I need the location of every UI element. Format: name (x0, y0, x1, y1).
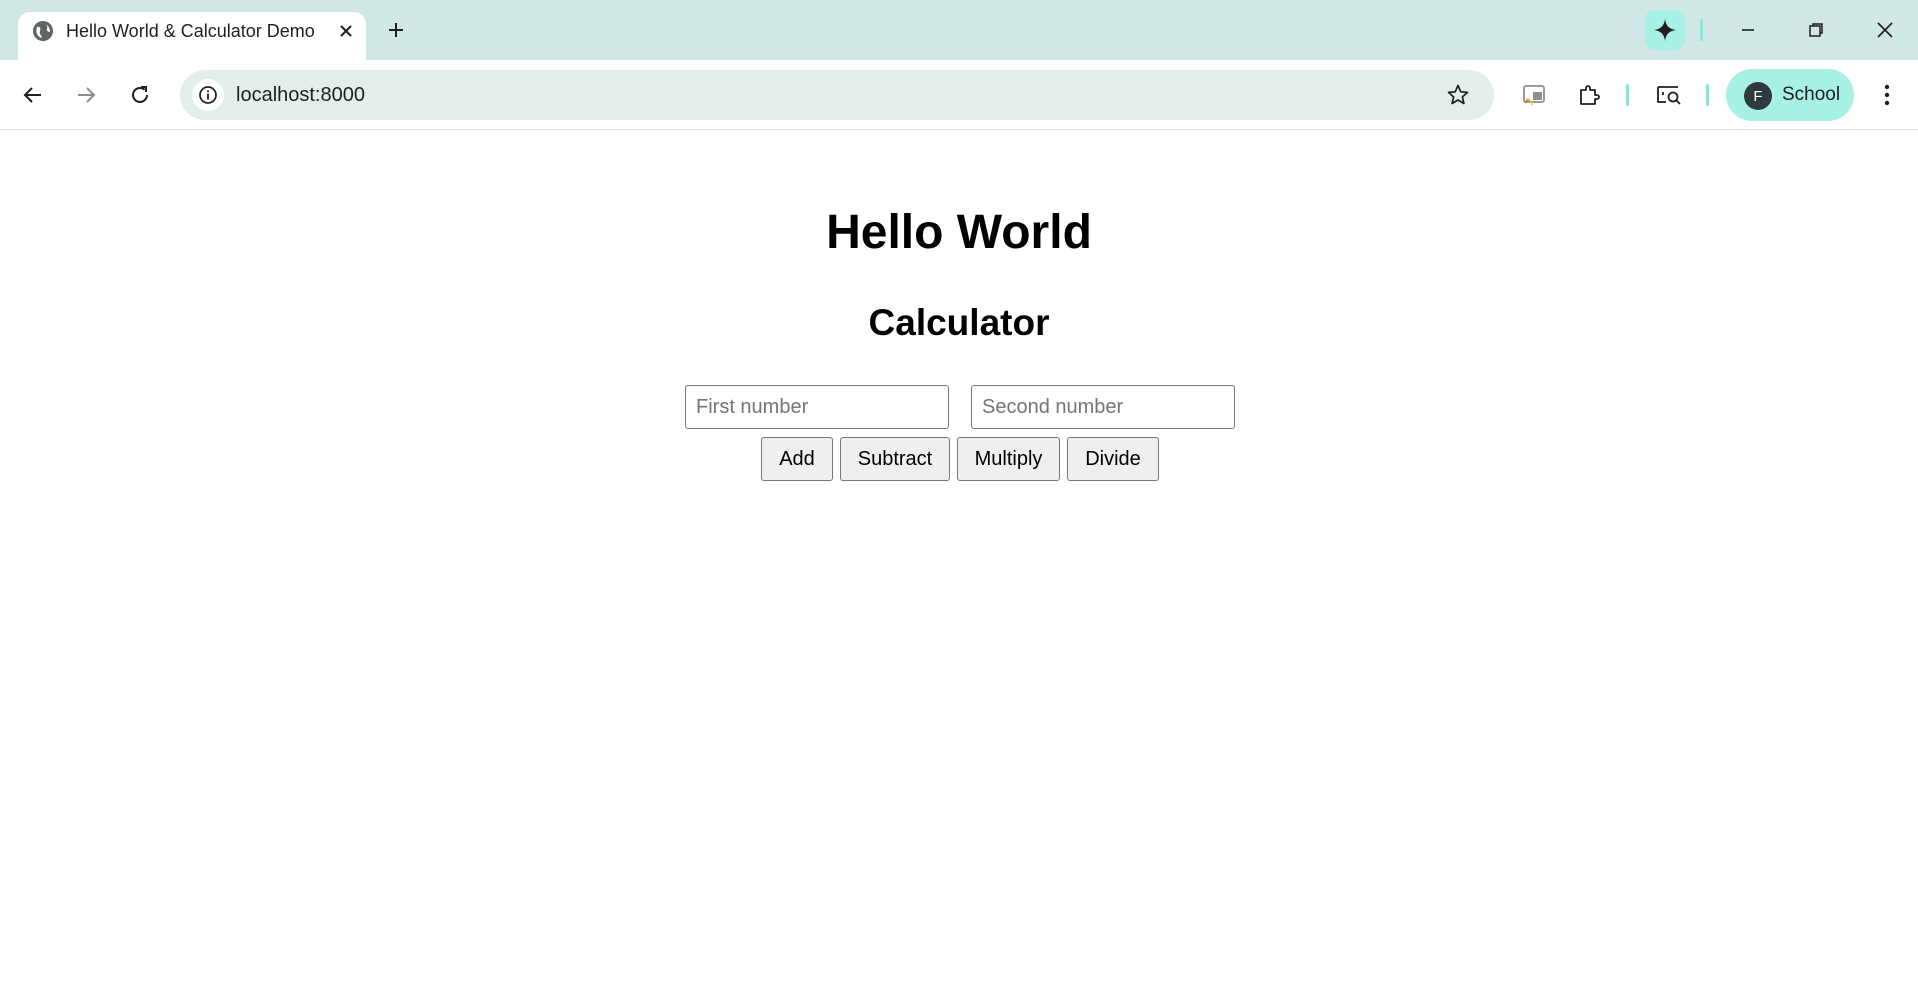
globe-icon (32, 20, 54, 42)
close-icon[interactable] (334, 19, 358, 43)
extensions-icon[interactable] (1571, 77, 1607, 113)
page-content: Hello World Calculator Add Subtract Mult… (0, 131, 1918, 1006)
back-arrow-icon[interactable] (15, 77, 51, 113)
multiply-button[interactable]: Multiply (957, 437, 1060, 481)
star-icon[interactable] (1442, 79, 1474, 111)
more-menu-icon[interactable] (1869, 77, 1905, 113)
profile-label: School (1782, 84, 1841, 105)
page-title: Hello World (826, 206, 1092, 259)
reading-mode-icon[interactable] (1651, 77, 1687, 113)
new-tab-icon[interactable] (382, 16, 410, 44)
tab-title: Hello World & Calculator Demo (66, 21, 315, 41)
tab-strip: Hello World & Calculator Demo (0, 0, 1918, 60)
subtract-button[interactable]: Subtract (840, 437, 950, 481)
forward-arrow-icon[interactable] (68, 77, 104, 113)
cast-icon[interactable] (1516, 77, 1552, 113)
calculator-heading: Calculator (868, 302, 1050, 343)
divide-button[interactable]: Divide (1067, 437, 1159, 481)
first-number-input[interactable] (685, 385, 949, 429)
restore-icon[interactable] (1800, 14, 1832, 46)
reload-icon[interactable] (122, 77, 158, 113)
add-button[interactable]: Add (761, 437, 833, 481)
minimize-icon[interactable] (1732, 14, 1764, 46)
browser-tab[interactable]: Hello World & Calculator Demo (18, 12, 366, 60)
profile-button[interactable]: F School (1726, 69, 1854, 121)
browser-toolbar: localhost:8000 F School (0, 60, 1918, 130)
avatar: F (1744, 82, 1772, 110)
close-window-icon[interactable] (1869, 14, 1901, 46)
divider (1706, 84, 1709, 106)
divider (1700, 19, 1703, 41)
site-info-icon[interactable] (192, 79, 224, 111)
second-number-input[interactable] (971, 385, 1235, 429)
divider (1626, 84, 1629, 106)
url-text[interactable]: localhost:8000 (236, 83, 365, 107)
address-bar[interactable]: localhost:8000 (180, 70, 1494, 120)
sparkle-icon[interactable] (1645, 10, 1685, 50)
